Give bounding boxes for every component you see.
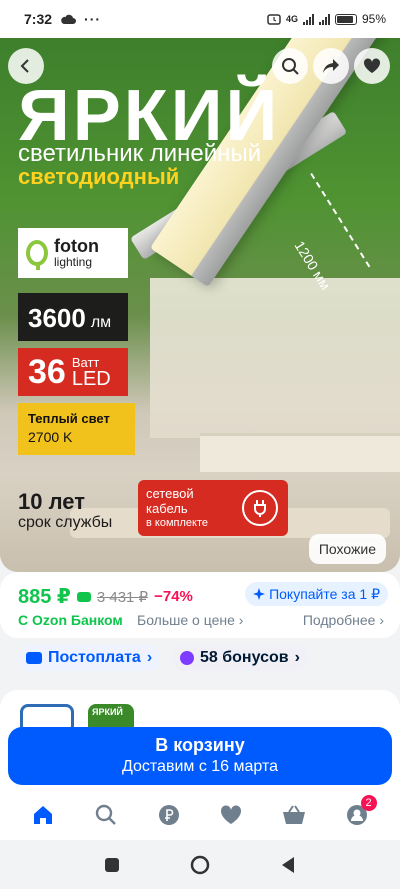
warm-value: 2700 K [28,428,73,445]
tab-profile[interactable]: 2 [337,795,377,835]
truck-icon [26,652,42,664]
dimension-line [310,173,371,268]
favorite-button[interactable] [354,48,390,84]
bottom-tab-bar: 2 [0,790,400,840]
search-icon [282,58,299,75]
brand-sub: lighting [54,255,93,270]
watt-value: 36 [28,352,66,391]
status-time: 7:32 [24,11,53,27]
postpay-chip[interactable]: Постоплата › [18,645,161,671]
lumens-badge: 3600 лм [18,293,128,341]
cloud-icon [61,14,77,24]
search-button[interactable] [272,48,308,84]
cable-line1: сетевой [146,485,194,501]
sparkle-icon [253,588,266,600]
status-bar: 7:32 ··· 4G 95% [0,0,400,38]
bank-label: С Ozon Банком [18,612,123,628]
cable-badge: сетевой кабель в комплекте [138,480,288,536]
price-discount: −74% [154,588,193,605]
watt-type: LED [71,367,111,390]
battery-icon [334,13,357,25]
system-nav-bar [0,840,400,889]
watt-badge: 36 Ватт LED [18,348,128,396]
share-button[interactable] [313,48,349,84]
similar-button[interactable]: Похожие [308,534,386,564]
back-button[interactable] [8,48,44,84]
tab-favorites[interactable] [211,795,251,835]
buy-for-button[interactable]: Покупайте за 1 ₽ [245,582,388,606]
cart-title: В корзину [155,735,245,755]
network-label: 4G [285,14,298,24]
brand-logo: foton lighting [18,228,128,278]
product-hero-image[interactable]: ЯРКИЙ светильник линейный светодиодный 1… [0,38,400,572]
cart-delivery: Доставим с 16 марта [121,758,279,775]
plug-icon [242,490,278,526]
home-circle-icon[interactable] [190,855,210,875]
years-value: 10 лет [18,489,85,514]
home-icon [34,806,53,824]
lumens-unit: лм [90,314,112,331]
signal-icon-2 [318,13,330,25]
warm-title: Теплый свет [28,411,110,426]
lumens-value: 3600 [28,303,86,333]
chevron-left-icon [20,59,29,73]
recents-icon[interactable] [104,857,120,873]
color-temp-badge: Теплый свет 2700 K [18,403,135,455]
brand-name: foton [54,236,99,257]
bulb-icon [26,240,48,270]
tab-search[interactable] [86,795,126,835]
buy-for-label: Покупайте за 1 ₽ [269,585,380,602]
more-dots-icon: ··· [84,11,102,27]
more-about-price-link[interactable]: Больше о цене › [137,612,243,628]
years-text: срок службы [18,514,113,532]
ruble-icon [158,805,179,825]
heart-icon [363,58,381,73]
tab-ozon-card[interactable] [149,795,189,835]
bonus-icon [180,651,194,665]
search-icon [95,804,116,825]
profile-badge: 2 [360,795,377,811]
add-to-cart-button[interactable]: В корзину Доставим с 16 марта [8,727,392,785]
battery-percent: 95% [361,12,386,26]
alarm-icon [267,14,281,25]
tab-home[interactable] [23,795,63,835]
hero-subtitle-accent: светодиодный [18,164,180,189]
price-old: 3 431 ₽ [96,588,149,606]
bonus-chip[interactable]: 58 бонусов › [172,645,308,671]
basket-icon [282,805,305,824]
cable-line2: кабель [146,500,188,516]
lifetime-label: 10 лет срок службы [18,489,113,532]
signal-icon [302,13,314,25]
heart-icon [221,805,242,824]
cable-line3: в комплекте [146,516,208,529]
tab-cart[interactable] [274,795,314,835]
back-triangle-icon[interactable] [280,856,296,874]
price-block: 885 ₽ 3 431 ₽ −74% Покупайте за 1 ₽ С Oz… [0,572,400,638]
share-icon [323,59,339,73]
price-current: 885 ₽ [18,586,71,608]
watt-unit: Ватт [71,354,100,370]
details-link[interactable]: Подробнее › [303,612,384,628]
ozon-card-icon [76,591,91,602]
